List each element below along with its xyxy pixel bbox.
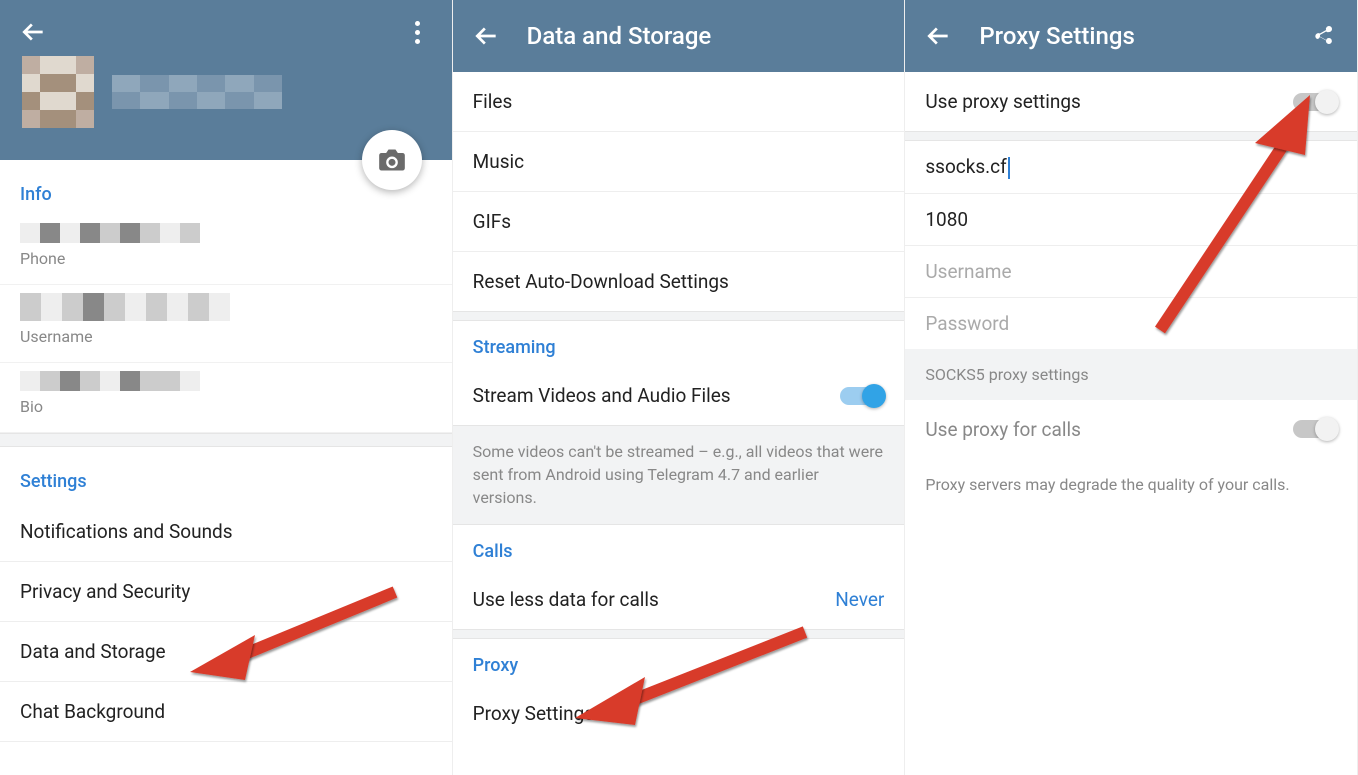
proxy-header: Proxy Settings [905,0,1357,72]
settings-header: Settings [0,447,452,502]
row-use-less-data[interactable]: Use less data for calls Never [453,570,905,629]
row-label: Use proxy settings [925,90,1081,113]
calls-header: Calls [453,525,905,570]
data-storage-panel: Data and Storage Files Music GIFs Reset … [453,0,906,775]
back-icon[interactable] [925,22,953,50]
setting-label: Data and Storage [20,640,166,663]
input-value: ssocks.cf [925,155,1006,178]
password-input[interactable]: Password [905,298,1357,349]
phone-label: Phone [20,249,432,268]
setting-label: Privacy and Security [20,580,190,603]
row-label: Use less data for calls [473,588,659,611]
row-label: GIFs [473,210,511,233]
input-placeholder: Password [925,312,1009,335]
back-icon[interactable] [473,22,501,50]
section-divider [453,629,905,639]
setting-data-storage[interactable]: Data and Storage [0,622,452,682]
camera-icon [378,148,406,172]
port-input[interactable]: 1080 [905,194,1357,246]
phone-value [20,223,200,243]
profile-header [0,0,452,160]
server-input[interactable]: ssocks.cf [905,141,1357,194]
username-input[interactable]: Username [905,246,1357,298]
row-gifs[interactable]: GIFs [453,192,905,252]
calls-description: Proxy servers may degrade the quality of… [905,459,1357,510]
setting-privacy[interactable]: Privacy and Security [0,562,452,622]
page-title: Data and Storage [527,22,712,50]
username-label: Username [20,327,432,346]
section-divider [453,311,905,321]
username-value [20,293,230,321]
stream-toggle[interactable] [840,387,884,405]
socks5-label: SOCKS5 proxy settings [905,349,1357,400]
row-label: Stream Videos and Audio Files [473,384,731,407]
row-use-proxy-for-calls[interactable]: Use proxy for calls [905,400,1357,459]
setting-label: Chat Background [20,700,165,723]
section-divider [905,131,1357,141]
bio-row[interactable]: Bio [0,363,452,433]
setting-label: Notifications and Sounds [20,520,233,543]
text-cursor [1008,157,1010,179]
row-reset-auto-download[interactable]: Reset Auto-Download Settings [453,252,905,311]
input-placeholder: Username [925,260,1011,283]
row-music[interactable]: Music [453,132,905,192]
row-label: Music [473,150,524,173]
proxy-header: Proxy [453,639,905,684]
row-proxy-settings[interactable]: Proxy Settings [453,684,905,743]
row-files[interactable]: Files [453,72,905,132]
proxy-settings-panel: Proxy Settings Use proxy settings ssocks… [905,0,1358,775]
bio-value [20,371,200,391]
phone-row[interactable]: Phone [0,215,452,285]
row-value: Never [835,588,884,611]
row-label: Use proxy for calls [925,418,1081,441]
username-row[interactable]: Username [0,285,452,363]
profile-name [112,75,282,109]
more-vert-icon[interactable] [404,18,432,46]
page-title: Proxy Settings [979,22,1134,50]
bio-label: Bio [20,397,432,416]
input-value: 1080 [925,208,968,231]
profile-settings-panel: Info Phone Username Bio Settings Notific… [0,0,453,775]
row-label: Files [473,90,513,113]
row-use-proxy[interactable]: Use proxy settings [905,72,1357,131]
row-label: Proxy Settings [473,702,594,725]
section-divider [0,433,452,447]
setting-chat-bg[interactable]: Chat Background [0,682,452,742]
streaming-header: Streaming [453,321,905,366]
row-label: Reset Auto-Download Settings [473,270,729,293]
use-proxy-toggle[interactable] [1293,93,1337,111]
avatar[interactable] [22,56,94,128]
camera-fab[interactable] [362,130,422,190]
data-storage-header: Data and Storage [453,0,905,72]
use-proxy-calls-toggle[interactable] [1293,420,1337,438]
setting-notifications[interactable]: Notifications and Sounds [0,502,452,562]
stream-description: Some videos can't be streamed – e.g., al… [453,425,905,525]
row-stream-videos[interactable]: Stream Videos and Audio Files [453,366,905,425]
share-icon[interactable] [1309,22,1337,50]
back-icon[interactable] [20,18,48,46]
